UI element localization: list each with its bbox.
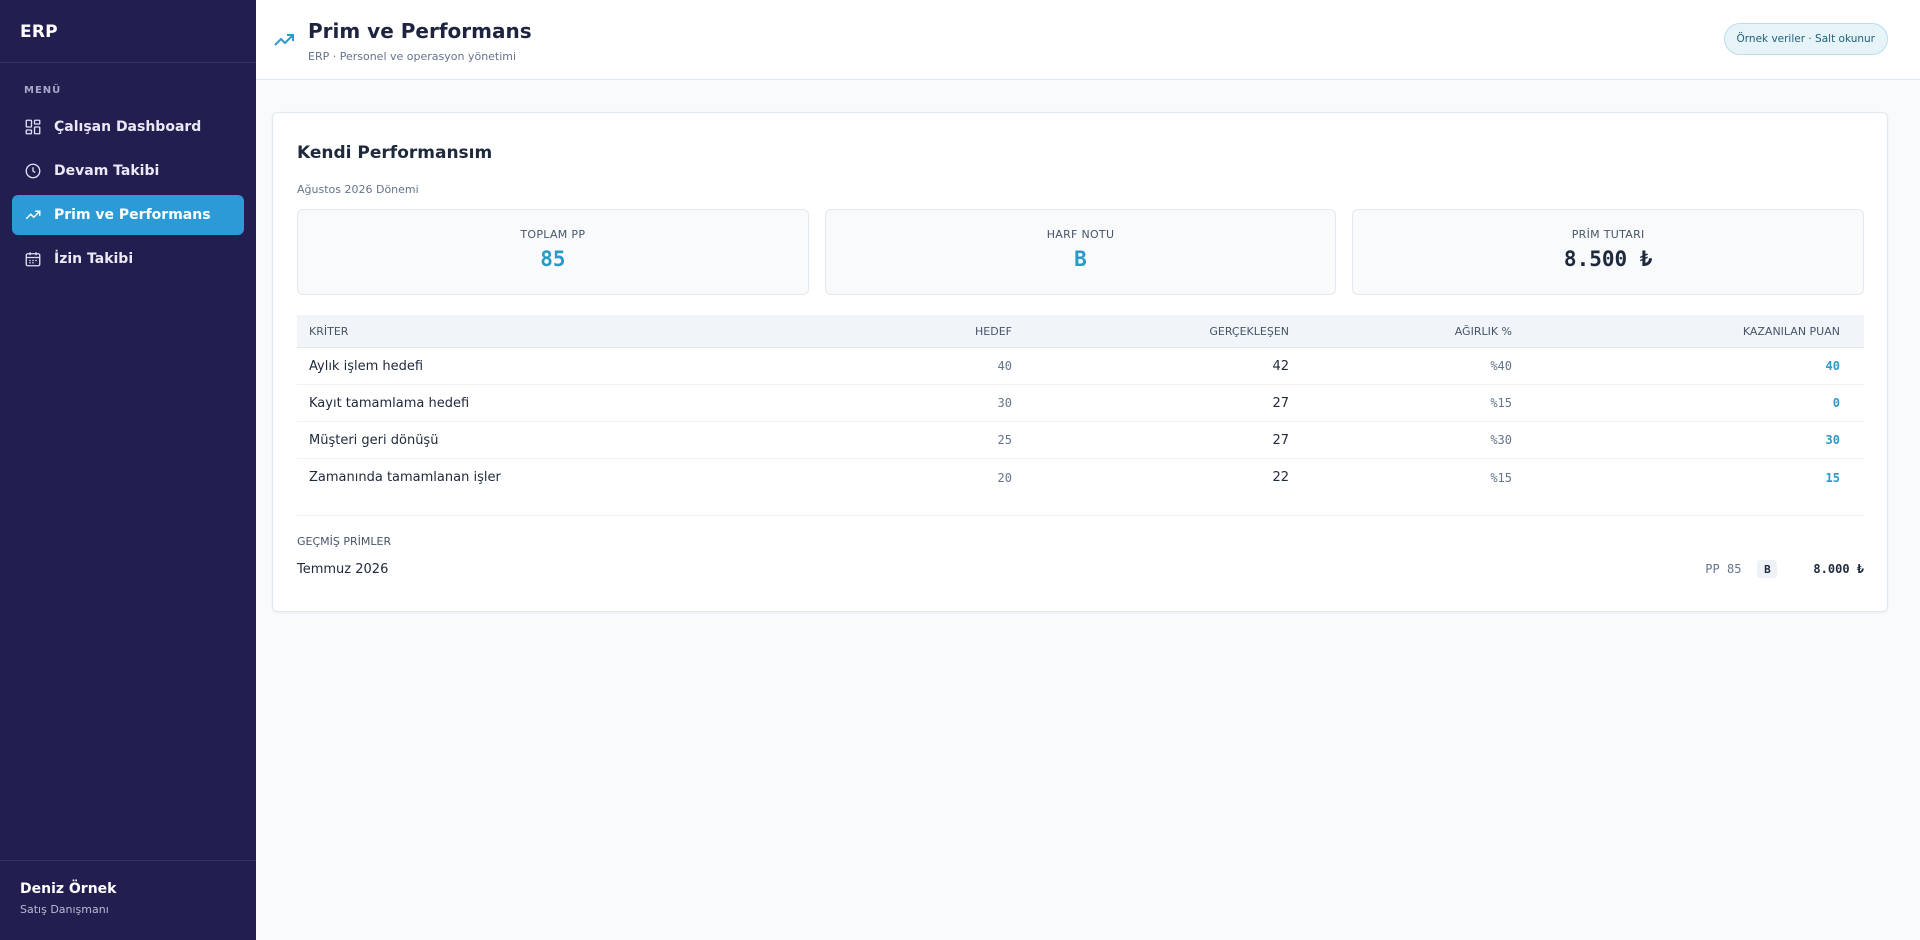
- clock-icon: [24, 162, 42, 180]
- cell-weight: %15: [1490, 470, 1512, 485]
- column-header-actual: GERÇEKLEŞEN: [1209, 324, 1289, 338]
- page-header: Prim ve Performans ERP · Personel ve ope…: [256, 0, 1920, 80]
- criteria-table: KRİTER HEDEF GERÇEKLEŞEN AĞIRLIK % KAZAN…: [297, 315, 1864, 496]
- cell-weight: %40: [1490, 359, 1512, 373]
- cell-actual: 22: [1272, 470, 1289, 485]
- stat-label: TOPLAM PP: [520, 228, 586, 241]
- period-label: Ağustos 2026 Dönemi: [297, 183, 419, 196]
- card-title: Kendi Performansım: [297, 143, 493, 163]
- trending-up-icon: [24, 206, 42, 224]
- sidebar-item-label: Devam Takibi: [54, 163, 160, 179]
- column-header-target: HEDEF: [975, 324, 1012, 338]
- stat-value: 85: [540, 247, 566, 271]
- cell-target: 25: [997, 433, 1012, 447]
- sidebar-item-leave-tracking[interactable]: İzin Takibi: [12, 239, 244, 279]
- cell-target: 30: [997, 396, 1012, 410]
- page-title: Prim ve Performans: [308, 19, 532, 43]
- cell-points: 15: [1825, 470, 1840, 485]
- cell-points: 0: [1832, 396, 1840, 410]
- table-header: KRİTER HEDEF GERÇEKLEŞEN AĞIRLIK % KAZAN…: [297, 315, 1864, 348]
- user-profile[interactable]: Deniz Örnek Satış Danışmanı: [0, 860, 256, 940]
- sidebar-item-bonus-performance[interactable]: Prim ve Performans: [12, 195, 244, 235]
- cell-criterion: Aylık işlem hedefi: [309, 358, 424, 374]
- stat-value: B: [1074, 247, 1087, 271]
- table-row: Kayıt tamamlama hedefi 30 27 %15 0: [297, 385, 1864, 422]
- brand-logo[interactable]: ERP: [0, 0, 256, 63]
- sidebar: ERP MENÜ Çalışan Dashboard Devam Takibi …: [0, 0, 256, 940]
- column-header-criterion: KRİTER: [309, 324, 349, 338]
- stat-label: PRİM TUTARI: [1571, 228, 1645, 241]
- stat-bonus-amount: PRİM TUTARI 8.500 ₺: [1352, 209, 1865, 295]
- user-name: Deniz Örnek: [20, 881, 117, 897]
- calendar-icon: [24, 250, 42, 268]
- cell-points: 30: [1825, 433, 1840, 447]
- table-row: Müşteri geri dönüşü 25 27 %30 30: [297, 422, 1864, 459]
- past-bonuses-label: GEÇMİŞ PRİMLER: [297, 535, 392, 548]
- sidebar-item-attendance[interactable]: Devam Takibi: [12, 151, 244, 191]
- cell-target: 20: [997, 470, 1012, 485]
- stat-total-pp: TOPLAM PP 85: [297, 209, 809, 295]
- stat-value: 8.500 ₺: [1563, 247, 1653, 271]
- table-row: Zamanında tamamlanan işler 20 22 %15 15: [297, 459, 1864, 496]
- past-amount: 8.000 ₺: [1813, 562, 1864, 576]
- cell-target: 40: [997, 359, 1012, 373]
- sidebar-item-label: İzin Takibi: [54, 251, 134, 267]
- cell-criterion: Kayıt tamamlama hedefi: [309, 395, 470, 411]
- cell-actual: 27: [1272, 395, 1289, 411]
- sidebar-item-employee-dashboard[interactable]: Çalışan Dashboard: [12, 107, 244, 147]
- column-header-weight: AĞIRLIK %: [1454, 324, 1512, 338]
- column-header-points: KAZANILAN PUAN: [1742, 324, 1840, 338]
- past-pp: PP 85: [1705, 562, 1742, 576]
- cell-points: 40: [1825, 359, 1840, 373]
- user-role: Satış Danışmanı: [20, 903, 109, 916]
- dashboard-icon: [24, 118, 42, 136]
- cell-actual: 42: [1272, 358, 1289, 374]
- cell-criterion: Zamanında tamamlanan işler: [309, 470, 501, 485]
- cell-weight: %15: [1490, 396, 1512, 410]
- past-period: Temmuz 2026: [297, 561, 389, 577]
- divider: [297, 515, 1864, 516]
- past-bonus-row: Temmuz 2026 PP 85 B 8.000 ₺: [297, 557, 1864, 581]
- sidebar-nav: Çalışan Dashboard Devam Takibi Prim ve P…: [0, 107, 256, 279]
- sidebar-item-label: Prim ve Performans: [54, 207, 211, 223]
- table-row: Aylık işlem hedefi 40 42 %40 40: [297, 348, 1864, 385]
- stat-label: HARF NOTU: [1046, 228, 1115, 241]
- performance-card: Kendi Performansım Ağustos 2026 Dönemi T…: [272, 112, 1888, 612]
- sidebar-item-label: Çalışan Dashboard: [54, 119, 202, 135]
- page-subtitle: ERP · Personel ve operasyon yönetimi: [308, 50, 517, 63]
- cell-criterion: Müşteri geri dönüşü: [309, 432, 439, 448]
- cell-weight: %30: [1490, 433, 1512, 447]
- readonly-badge: Örnek veriler · Salt okunur: [1723, 23, 1888, 55]
- trending-up-icon: [272, 28, 296, 52]
- stat-letter-grade: HARF NOTU B: [824, 209, 1337, 295]
- past-grade-badge: B: [1757, 560, 1778, 578]
- stats-row: TOPLAM PP 85 HARF NOTU B PRİM TUTARI 8.5…: [297, 209, 1865, 295]
- cell-actual: 27: [1272, 432, 1289, 448]
- menu-label: MENÜ: [24, 85, 62, 96]
